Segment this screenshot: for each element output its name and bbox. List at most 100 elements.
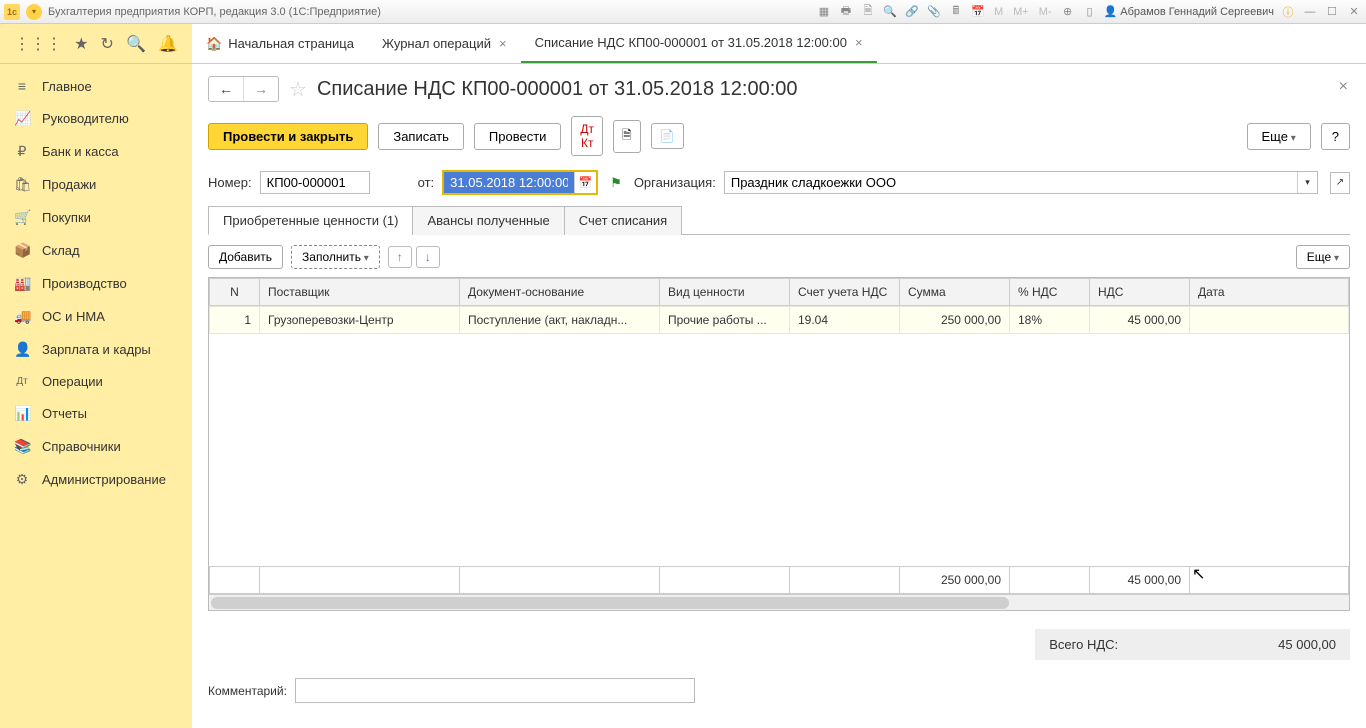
bag-icon: 🛍 (14, 176, 30, 193)
total-vat-value: 45 000,00 (1278, 637, 1336, 652)
tab-close-icon[interactable]: × (499, 36, 507, 51)
org-dropdown[interactable]: ▾ (1297, 172, 1317, 193)
sidebar-item-sales[interactable]: 🛍Продажи (0, 168, 192, 201)
minimize-button[interactable]: — (1302, 4, 1318, 20)
dtab-values[interactable]: Приобретенные ценности (1) (208, 206, 413, 235)
sidebar-item-manager[interactable]: 📈Руководителю (0, 102, 192, 135)
post-button[interactable]: Провести (474, 123, 562, 150)
move-down-button[interactable]: ↓ (416, 246, 440, 268)
tab-close-icon[interactable]: × (855, 35, 863, 50)
col-account[interactable]: Счет учета НДС (790, 279, 900, 306)
forward-button[interactable]: → (244, 77, 278, 101)
calc-icon[interactable]: 🖩 (948, 4, 964, 20)
sidebar-item-purchases[interactable]: 🛒Покупки (0, 201, 192, 234)
add-button[interactable]: Добавить (208, 245, 283, 269)
help-button[interactable]: ? (1321, 123, 1350, 150)
print-icon[interactable]: 🖶 (838, 4, 854, 20)
table-row[interactable]: 1 Грузоперевозки-Центр Поступление (акт,… (210, 307, 1349, 334)
cart-icon: 🛒 (14, 209, 30, 226)
table: N Поставщик Документ-основание Вид ценно… (208, 277, 1350, 611)
table-more-button[interactable]: Еще (1296, 245, 1350, 269)
comment-input[interactable] (295, 678, 695, 703)
favorite-toggle[interactable]: ☆ (289, 77, 307, 102)
content: × ← → ☆ Списание НДС КП00-000001 от 31.0… (192, 64, 1366, 728)
fill-button[interactable]: Заполнить (291, 245, 380, 269)
m-plus-button[interactable]: M+ (1011, 6, 1031, 18)
sidebar-item-warehouse[interactable]: 📦Склад (0, 234, 192, 267)
history-icon[interactable]: ↻ (101, 34, 114, 54)
search-icon[interactable]: 🔍 (126, 34, 146, 54)
cell-sum[interactable]: 250 000,00 (900, 307, 1010, 334)
cell-vatpct[interactable]: 18% (1010, 307, 1090, 334)
number-input[interactable] (260, 171, 370, 194)
tab-home[interactable]: 🏠 Начальная страница (192, 24, 368, 63)
cell-date[interactable] (1190, 307, 1349, 334)
col-date[interactable]: Дата (1190, 279, 1349, 306)
back-button[interactable]: ← (209, 77, 244, 101)
col-n[interactable]: N (210, 279, 260, 306)
search-icon[interactable]: 🔍 (882, 4, 898, 20)
col-vat[interactable]: НДС (1090, 279, 1190, 306)
sidebar-item-production[interactable]: 🏭Производство (0, 267, 192, 300)
m-minus-button[interactable]: M- (1037, 6, 1054, 18)
favorite-icon[interactable]: ★ (74, 34, 88, 54)
panel-icon[interactable]: ▯ (1082, 4, 1098, 20)
tab-journal[interactable]: Журнал операций × (368, 24, 521, 63)
calendar-button[interactable]: 📅 (574, 172, 596, 193)
post-close-button[interactable]: Провести и закрыть (208, 123, 368, 150)
zoom-icon[interactable]: ⊕ (1060, 4, 1076, 20)
org-open-button[interactable]: ↗ (1330, 172, 1350, 194)
sidebar-item-reports[interactable]: 📊Отчеты (0, 397, 192, 430)
col-basis[interactable]: Документ-основание (460, 279, 660, 306)
close-window-button[interactable]: ✕ (1346, 4, 1362, 20)
cell-n[interactable]: 1 (210, 307, 260, 334)
link-icon[interactable]: 🔗 (904, 4, 920, 20)
col-vatpct[interactable]: % НДС (1010, 279, 1090, 306)
apps-icon[interactable]: ⋮⋮⋮ (14, 34, 62, 54)
sidebar-item-bank[interactable]: ₽Банк и касса (0, 135, 192, 168)
org-input[interactable] (725, 172, 1297, 193)
user-label[interactable]: 👤 Абрамов Геннадий Сергеевич (1104, 5, 1274, 18)
date-input[interactable] (444, 172, 574, 193)
sidebar-item-assets[interactable]: 🚚ОС и НМА (0, 300, 192, 333)
move-up-button[interactable]: ↑ (388, 246, 412, 268)
col-kind[interactable]: Вид ценности (660, 279, 790, 306)
cell-kind[interactable]: Прочие работы ... (660, 307, 790, 334)
tab-document[interactable]: Списание НДС КП00-000001 от 31.05.2018 1… (521, 24, 877, 63)
more-button[interactable]: Еще (1247, 123, 1311, 150)
date-label: от: (418, 175, 435, 190)
cell-account[interactable]: 19.04 (790, 307, 900, 334)
sidebar-item-salary[interactable]: 👤Зарплата и кадры (0, 333, 192, 366)
gear-icon: ⚙ (14, 471, 30, 488)
cell-supplier[interactable]: Грузоперевозки-Центр (260, 307, 460, 334)
col-sum[interactable]: Сумма (900, 279, 1010, 306)
m-button[interactable]: M (992, 6, 1005, 18)
clip-icon[interactable]: 📎 (926, 4, 942, 20)
save-button[interactable]: Записать (378, 123, 464, 150)
sidebar-item-operations[interactable]: ДтОперации (0, 366, 192, 397)
sidebar-item-label: Зарплата и кадры (42, 342, 151, 357)
dtkt-icon: Дт (14, 376, 30, 387)
dtab-advances[interactable]: Авансы полученные (412, 206, 564, 235)
report-button[interactable]: 📄 (651, 123, 684, 149)
horizontal-scrollbar[interactable] (209, 594, 1349, 610)
close-doc-button[interactable]: × (1339, 78, 1348, 96)
chart-icon: 📈 (14, 110, 30, 127)
maximize-button[interactable]: ☐ (1324, 4, 1340, 20)
cell-basis[interactable]: Поступление (акт, накладн... (460, 307, 660, 334)
col-supplier[interactable]: Поставщик (260, 279, 460, 306)
sidebar-item-admin[interactable]: ⚙Администрирование (0, 463, 192, 496)
info-icon[interactable]: ⓘ (1280, 4, 1296, 20)
cell-vat[interactable]: 45 000,00 (1090, 307, 1190, 334)
dtab-account[interactable]: Счет списания (564, 206, 682, 235)
app-menu-button[interactable]: ▾ (26, 4, 42, 20)
total-vat-label: Всего НДС: (1049, 637, 1118, 652)
sidebar-item-main[interactable]: ≡Главное (0, 70, 192, 102)
sidebar-item-refs[interactable]: 📚Справочники (0, 430, 192, 463)
doc-icon[interactable]: 🗎 (860, 4, 876, 20)
bell-icon[interactable]: 🔔 (158, 34, 178, 54)
dtkt-button[interactable]: ДтКт (571, 116, 603, 156)
attach-button[interactable]: 🗎 (613, 120, 641, 153)
calendar-icon[interactable]: 📅 (970, 4, 986, 20)
toolbar-icon[interactable]: ▦ (816, 4, 832, 20)
